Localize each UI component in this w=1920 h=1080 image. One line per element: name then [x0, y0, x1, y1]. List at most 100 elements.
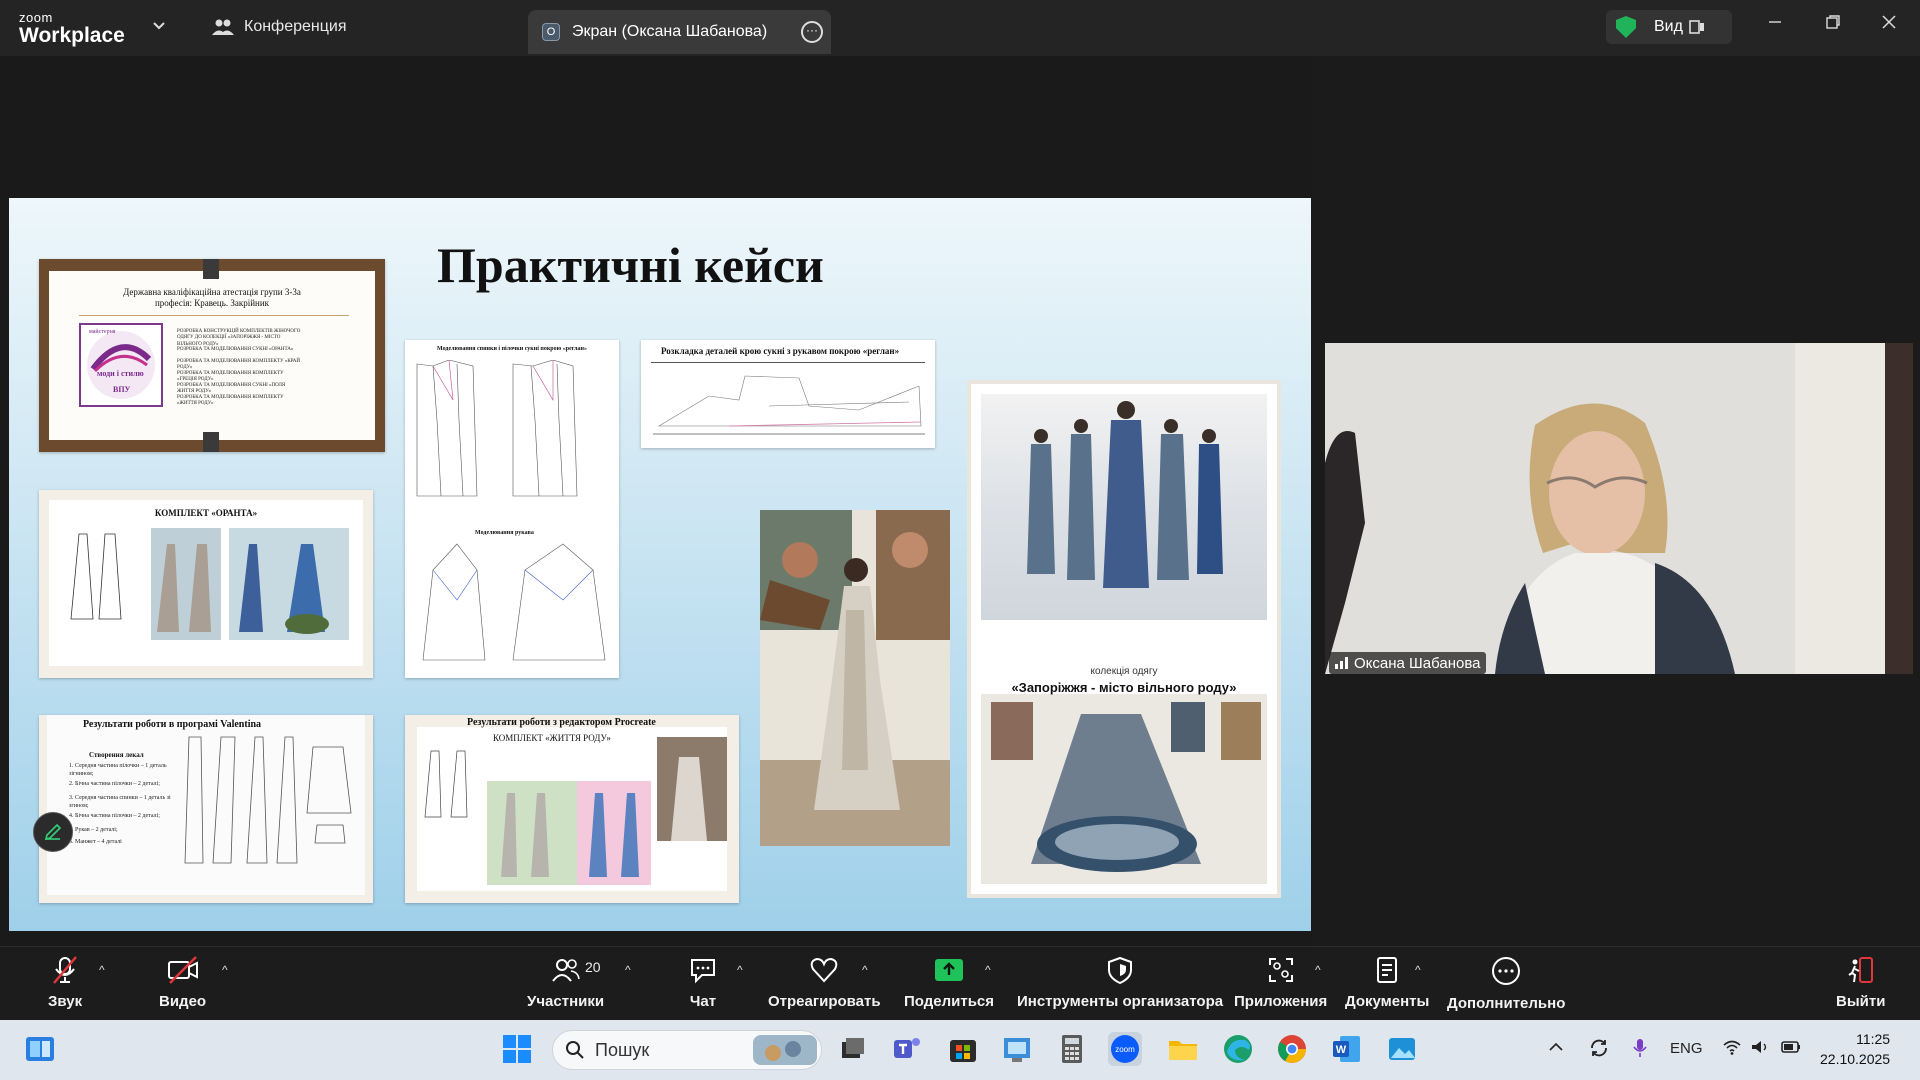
widgets-icon[interactable]: [24, 1033, 56, 1065]
word-icon[interactable]: W: [1330, 1032, 1364, 1066]
poster-subtitle: колекція одягу: [1090, 666, 1158, 677]
more-button[interactable]: Дополнительно: [1447, 955, 1565, 1012]
zoom-logo[interactable]: zoom Workplace: [19, 11, 125, 46]
frame1-heading1: Державна кваліфікаційна атестація групи …: [123, 287, 301, 297]
audio-button[interactable]: Звук: [48, 955, 82, 1010]
more-label: Дополнительно: [1447, 995, 1566, 1012]
svg-text:W: W: [1336, 1044, 1347, 1056]
oranta-illustrations: [70, 528, 349, 640]
host-tools-button[interactable]: Инструменты организатора: [1017, 955, 1223, 1010]
view-button[interactable]: Вид: [1606, 10, 1732, 44]
react-options-caret[interactable]: ^: [862, 963, 868, 977]
tab-share-label: Экран (Оксана Шабанова): [572, 23, 768, 40]
tab-screen-share[interactable]: O Экран (Оксана Шабанова) ···: [528, 10, 831, 54]
slide-frame-procreate: Результати роботи з редактором Procreate…: [405, 715, 739, 903]
volume-icon[interactable]: [1750, 1038, 1770, 1060]
participant-video-tile[interactable]: Оксана Шабанова: [1325, 343, 1913, 674]
video-options-caret[interactable]: ^: [222, 963, 228, 977]
valentina-pattern-pieces: [184, 736, 352, 864]
logo-text-top: майстерня: [89, 329, 116, 335]
shared-screen-area: Практичні кейси Державна кваліфікаційна …: [0, 56, 1313, 946]
document-icon: [1377, 957, 1398, 983]
close-icon[interactable]: [1881, 14, 1897, 35]
mic-muted-icon: [53, 956, 78, 984]
audio-options-caret[interactable]: ^: [99, 963, 105, 977]
leave-button[interactable]: Выйти: [1836, 955, 1885, 1010]
svg-text:zoom: zoom: [1115, 1045, 1135, 1054]
leave-label: Выйти: [1836, 993, 1886, 1010]
frame1-line-1: РОЗРОБКА КОНСТРУКЦІЙ КОМПЛЕКТІВ ЖІНОЧОГО…: [177, 329, 301, 347]
apps-icon: [1268, 958, 1293, 982]
search-icon: [566, 1041, 584, 1059]
chrome-icon[interactable]: [1275, 1032, 1309, 1066]
sync-icon[interactable]: [1588, 1037, 1610, 1063]
pencil-icon: [44, 823, 62, 841]
file-explorer-icon[interactable]: [1166, 1032, 1200, 1066]
layout-title: Розкладка деталей крою сукні з рукавом п…: [661, 346, 900, 356]
frame1-line-5: РОЗРОБКА ТА МОДЕЛЮВАННЯ СУКНІ «ПОЛЯ ЖИТТ…: [177, 383, 286, 395]
microphone-icon[interactable]: [1632, 1037, 1648, 1063]
chat-icon: [691, 959, 715, 984]
participant-video-feed: [1325, 343, 1913, 674]
calculator-icon[interactable]: [1055, 1032, 1089, 1066]
participants-count: 20: [585, 959, 601, 975]
task-view-icon[interactable]: [836, 1032, 870, 1066]
logo-text-mid: моди і стилю: [97, 369, 144, 378]
participants-options-caret[interactable]: ^: [625, 963, 631, 977]
react-label: Отреагировать: [768, 993, 881, 1010]
frame1-heading2: професія: Кравець. Закрійник: [154, 298, 270, 308]
apps-button[interactable]: Приложения: [1234, 955, 1327, 1010]
video-button[interactable]: Видео: [159, 955, 206, 1010]
clock-date: 22.10.2025: [1820, 1051, 1891, 1067]
poster-title: «Запоріжжя - місто вільного роду»: [1011, 680, 1237, 695]
clock-time: 11:25: [1856, 1031, 1891, 1047]
frame3-subtitle: Створення лекал: [89, 751, 144, 759]
store-icon[interactable]: [946, 1032, 980, 1066]
sleeve-pattern-drawing: [422, 543, 606, 661]
presentation-slide: Практичні кейси Державна кваліфікаційна …: [9, 198, 1311, 931]
more-icon[interactable]: ···: [801, 21, 823, 43]
wifi-icon[interactable]: [1722, 1038, 1742, 1060]
frame3-title: Результати роботи в програмі Valentina: [82, 719, 262, 730]
share-options-caret[interactable]: ^: [985, 963, 991, 977]
participant-name: Оксана Шабанова: [1354, 654, 1481, 672]
frame1-line-3: РОЗРОБКА ТА МОДЕЛЮВАННЯ КОМПЛЕКТУ «КРАЙ …: [177, 359, 301, 371]
battery-icon[interactable]: [1780, 1038, 1802, 1060]
taskbar-search[interactable]: Пошук: [552, 1030, 822, 1070]
photos-icon[interactable]: [1385, 1032, 1419, 1066]
minimize-icon[interactable]: [1767, 14, 1783, 35]
control-panel-icon[interactable]: [1000, 1032, 1034, 1066]
frame1-line-2: РОЗРОБКА ТА МОДЕЛЮВАННЯ СУКНІ «ОРАНТА»: [177, 347, 294, 352]
language-indicator[interactable]: ENG: [1670, 1040, 1703, 1057]
zoom-taskbar-icon[interactable]: zoom: [1108, 1032, 1142, 1066]
apps-options-caret[interactable]: ^: [1315, 963, 1321, 977]
title-bar: zoom Workplace Конференция O Экран (Окса…: [0, 0, 1920, 56]
chevron-down-icon[interactable]: [152, 18, 166, 34]
chat-button[interactable]: Чат: [688, 955, 718, 1010]
view-layout-icon: [1689, 20, 1704, 34]
chat-options-caret[interactable]: ^: [737, 963, 743, 977]
restore-icon[interactable]: [1825, 14, 1841, 35]
share-button[interactable]: Поделиться: [904, 955, 994, 1010]
edge-icon[interactable]: [1221, 1032, 1255, 1066]
apps-label: Приложения: [1234, 993, 1328, 1010]
slide-pattern-sheet: Моделювання спинки і пілочки сукні покро…: [405, 340, 619, 678]
procreate-illustrations: [424, 737, 727, 885]
meeting-toolbar: Звук ^ Видео ^ Участники 20 ^ Чат ^ Отре…: [0, 946, 1920, 1020]
windows-taskbar: Пошук zoom W ENG 11:25 22.10.2025: [0, 1020, 1920, 1080]
pattern-title: Моделювання спинки і пілочки сукні покро…: [437, 346, 587, 352]
slide-title: Практичні кейси: [437, 237, 824, 293]
taskbar-clock[interactable]: 11:25 22.10.2025: [1820, 1029, 1890, 1069]
share-screen-icon: [935, 959, 964, 981]
frame3-item-6: 6. Манжет – 4 деталі: [69, 839, 122, 845]
windows-start-icon[interactable]: [500, 1032, 534, 1066]
teams-icon[interactable]: [890, 1032, 924, 1066]
tab-conference[interactable]: Конференция: [212, 18, 347, 36]
tray-overflow-icon[interactable]: [1548, 1040, 1564, 1058]
frame3-item-3: 3. Середня частина спинки – 1 деталь зі …: [69, 795, 171, 809]
shield-check-icon: [1616, 16, 1636, 38]
documents-options-caret[interactable]: ^: [1415, 963, 1421, 977]
annotate-button[interactable]: [33, 812, 73, 852]
search-highlight-image: [753, 1035, 817, 1065]
frame3-item-2: 2. Бічна частина пілочки – 2 деталі;: [69, 781, 160, 787]
